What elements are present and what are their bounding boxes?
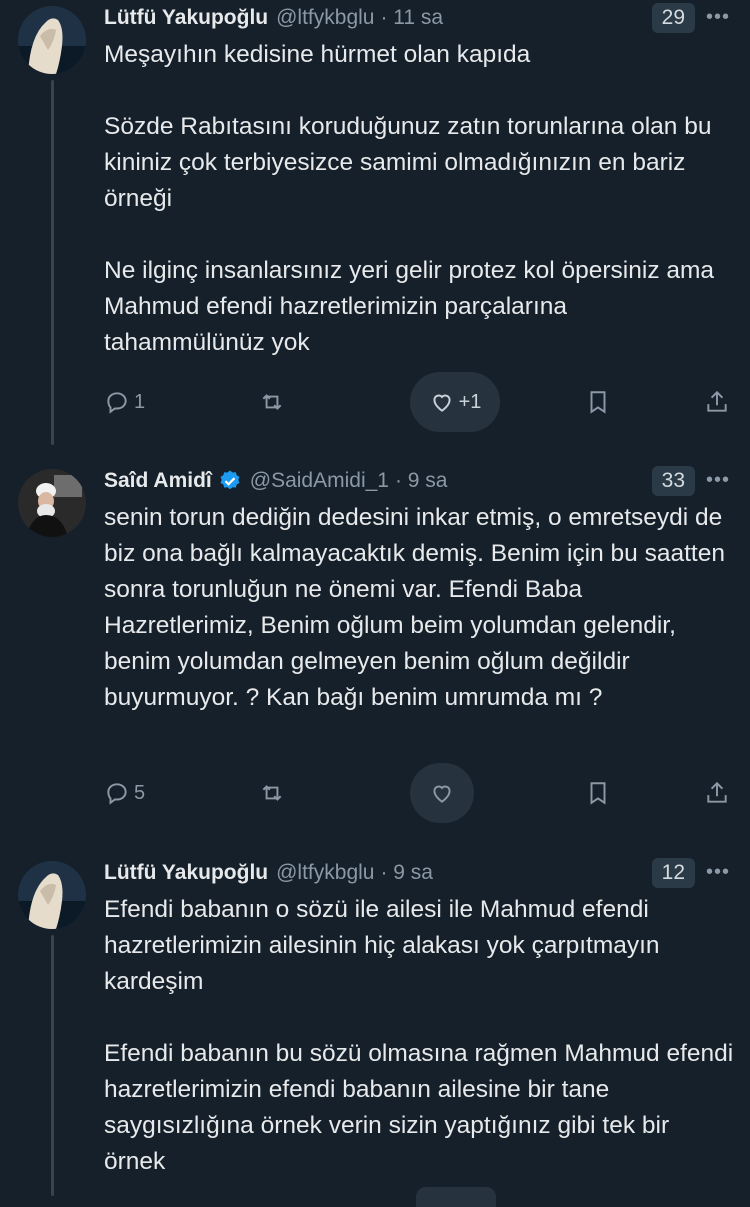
reply-button[interactable]: 1 — [104, 372, 145, 432]
action-bar: 5 — [104, 763, 734, 823]
like-button[interactable]: +1 — [410, 372, 500, 432]
bookmark-button[interactable] — [585, 372, 611, 432]
retweet-icon — [262, 785, 282, 801]
avatar[interactable] — [18, 469, 86, 537]
reply-icon — [107, 783, 127, 805]
timestamp[interactable]: · 11 sa — [380, 6, 443, 30]
count-badge: 33 — [651, 466, 695, 496]
more-icon[interactable]: ••• — [706, 6, 730, 29]
reply-icon — [107, 392, 127, 414]
tweet-text: senin torun dediğin dedesini inkar etmiş… — [104, 504, 725, 711]
share-button[interactable] — [704, 763, 730, 823]
timestamp[interactable]: · 9 sa — [395, 469, 448, 493]
bookmark-button[interactable] — [585, 763, 611, 823]
thread-line — [51, 935, 54, 1196]
author-name[interactable]: Lütfü Yakupoğlu — [104, 6, 268, 30]
count-badge: 29 — [651, 3, 695, 33]
retweet-icon — [262, 394, 282, 410]
reply-count: 5 — [134, 781, 146, 804]
like-button-partial[interactable] — [416, 1187, 496, 1207]
avatar[interactable] — [18, 861, 86, 929]
reply-button[interactable]: 5 — [104, 763, 145, 823]
tweet-header: Saîd Amidî @SaidAmidi_1 · 9 sa — [104, 465, 732, 497]
bookmark-icon — [590, 782, 606, 805]
heart-icon — [433, 394, 451, 412]
reply-count: 1 — [134, 390, 146, 413]
avatar[interactable] — [18, 6, 86, 74]
author-handle[interactable]: @SaidAmidi_1 — [250, 469, 389, 493]
author-name[interactable]: Saîd Amidî — [104, 469, 212, 493]
author-name[interactable]: Lütfü Yakupoğlu — [104, 861, 268, 885]
like-button[interactable] — [410, 763, 474, 823]
share-icon — [707, 781, 727, 803]
like-count: +1 — [458, 390, 482, 413]
retweet-button[interactable] — [259, 763, 285, 823]
tweet-3[interactable]: Lütfü Yakupoğlu @ltfykbglu · 9 sa 12 •••… — [0, 845, 750, 1207]
author-handle[interactable]: @ltfykbglu — [276, 6, 374, 30]
more-icon[interactable]: ••• — [706, 861, 730, 884]
tweet-text: Efendi babanın o sözü ile ailesi ile Mah… — [104, 896, 734, 1175]
share-button[interactable] — [704, 372, 730, 432]
heart-icon — [433, 785, 451, 803]
more-icon[interactable]: ••• — [706, 469, 730, 492]
thread-line — [51, 80, 54, 445]
timestamp[interactable]: · 9 sa — [380, 861, 433, 885]
author-handle[interactable]: @ltfykbglu — [276, 861, 374, 885]
bookmark-icon — [590, 391, 606, 414]
retweet-button[interactable] — [259, 372, 285, 432]
tweet-header: Lütfü Yakupoğlu @ltfykbglu · 9 sa — [104, 857, 732, 889]
share-icon — [707, 390, 727, 412]
tweet-text: Meşayıhın kedisine hürmet olan kapıda Sö… — [104, 41, 715, 356]
count-badge: 12 — [651, 858, 695, 888]
verified-badge-icon — [220, 470, 240, 490]
tweet-1[interactable]: Lütfü Yakupoğlu @ltfykbglu · 11 sa 29 ••… — [0, 0, 750, 445]
tweet-header: Lütfü Yakupoğlu @ltfykbglu · 11 sa — [104, 2, 732, 34]
action-bar: 1 +1 — [104, 372, 734, 432]
tweet-2[interactable]: Saîd Amidî @SaidAmidi_1 · 9 sa 33 ••• se… — [0, 455, 750, 845]
